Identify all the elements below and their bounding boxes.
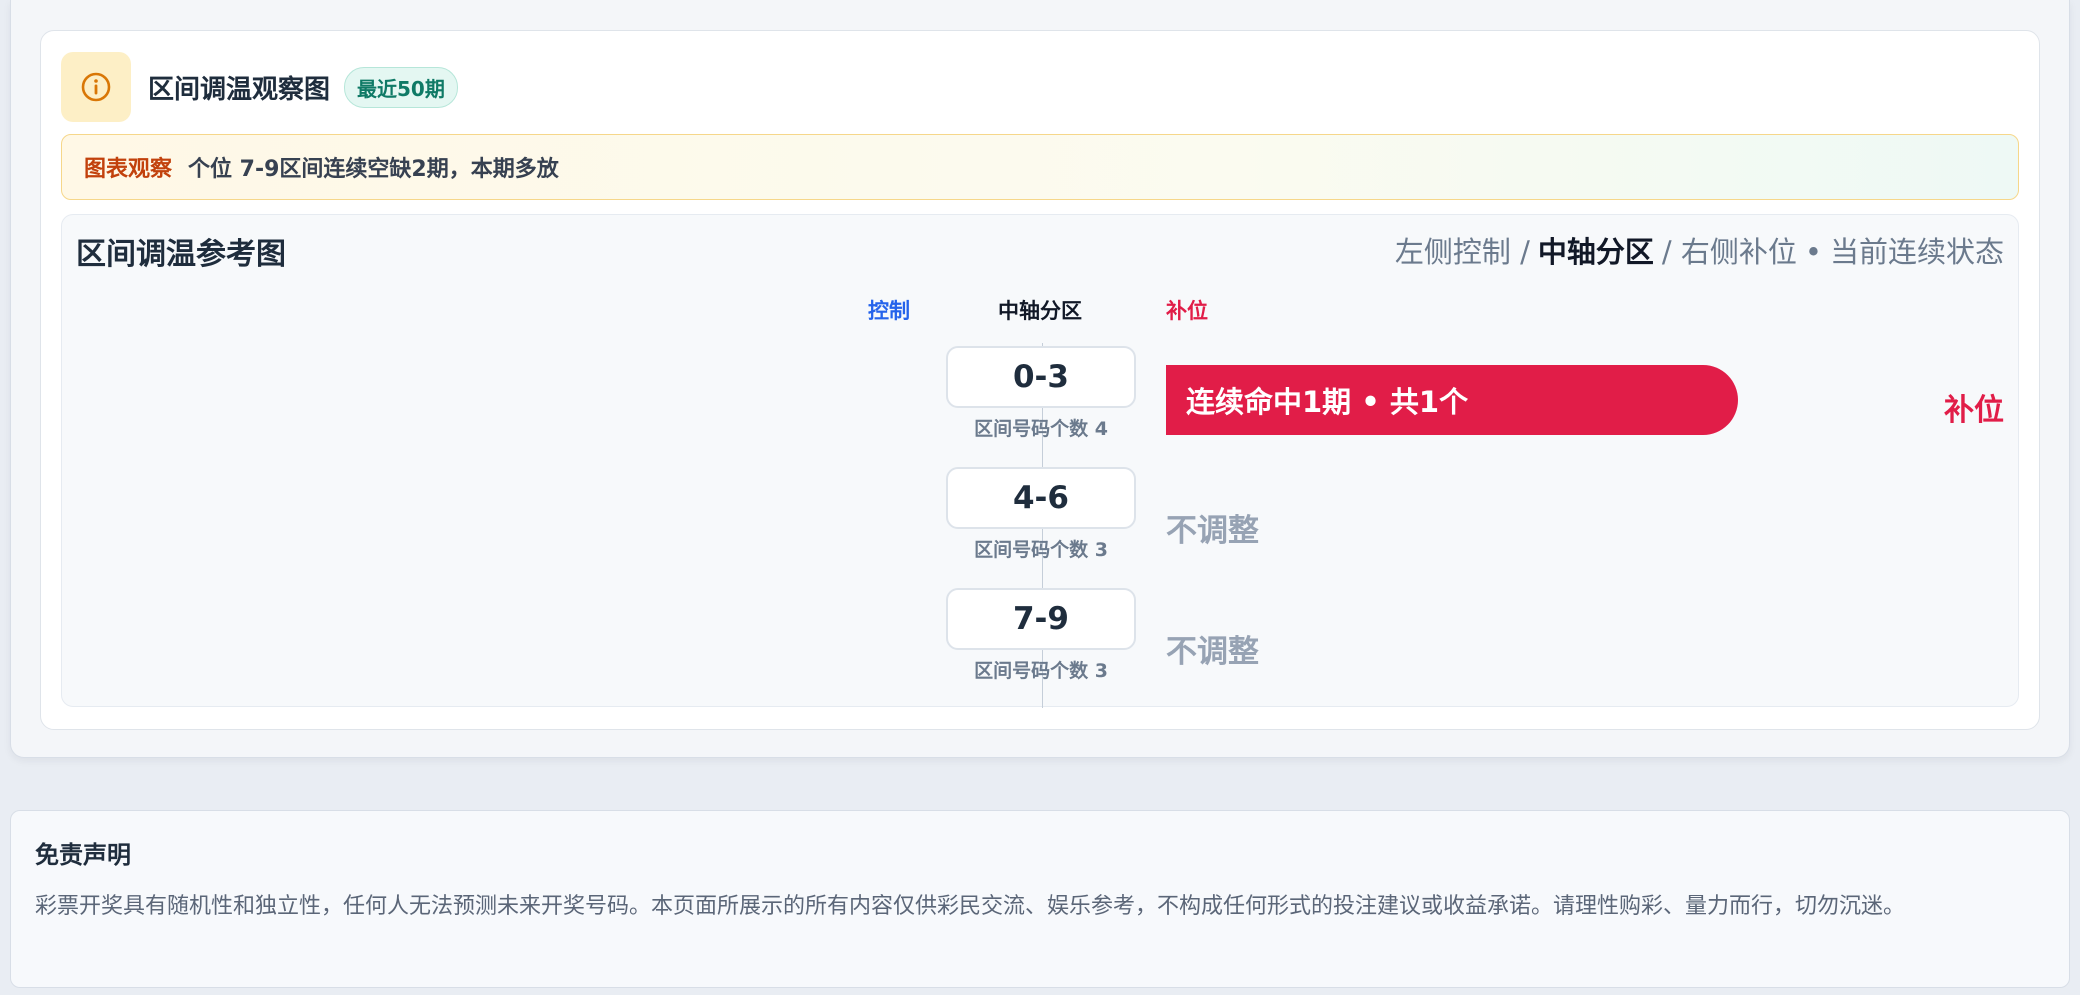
observation-text: 个位 7-9区间连续空缺2期，本期多放 — [188, 157, 559, 182]
legend-left: 左侧控制 / — [1394, 235, 1530, 269]
zone-range: 0-3 — [946, 346, 1136, 408]
period-badge: 最近50期 — [344, 66, 458, 108]
legend-middle: 中轴分区 — [1537, 235, 1654, 269]
panel-title: 区间调温参考图 — [76, 237, 286, 272]
info-icon — [61, 52, 131, 122]
legend-state: 当前连续状态 — [1829, 235, 2004, 269]
column-mid-label: 中轴分区 — [998, 299, 1082, 323]
reference-chart-panel: 区间调温参考图 左侧控制 / 中轴分区 / 右侧补位 • 当前连续状态 控制 中… — [61, 214, 2019, 708]
observation-banner: 图表观察 个位 7-9区间连续空缺2期，本期多放 — [61, 134, 2019, 200]
zone-count: 区间号码个数 3 — [974, 539, 1108, 561]
fill-bar: 连续命中1期 • 共1个 — [1166, 365, 1738, 435]
card-title: 区间调温观察图 — [148, 74, 331, 105]
legend-right: / 右侧补位 — [1661, 235, 1797, 269]
observation-tag: 图表观察 — [84, 157, 173, 182]
legend-dot: • — [1804, 235, 1822, 269]
zone-range: 4-6 — [946, 467, 1136, 529]
card-header: 区间调温观察图 最近50期 — [61, 52, 458, 122]
main-section: 区间调温观察图 最近50期 图表观察 个位 7-9区间连续空缺2期，本期多放 区… — [10, 0, 2070, 758]
zone-count: 区间号码个数 4 — [974, 418, 1108, 440]
zone-4-6: 4-6 区间号码个数 3 — [946, 467, 1136, 562]
zone-status: 不调整 — [1166, 634, 1259, 670]
fill-status-label: 补位 — [1944, 393, 2004, 428]
interval-card: 区间调温观察图 最近50期 图表观察 个位 7-9区间连续空缺2期，本期多放 区… — [40, 30, 2040, 730]
disclaimer-section: 免责声明 彩票开奖具有随机性和独立性，任何人无法预测未来开奖号码。本页面所展示的… — [10, 810, 2070, 988]
zone-0-3: 0-3 区间号码个数 4 — [946, 346, 1136, 441]
disclaimer-text: 彩票开奖具有随机性和独立性，任何人无法预测未来开奖号码。本页面所展示的所有内容仅… — [35, 894, 1906, 919]
zone-7-9: 7-9 区间号码个数 3 — [946, 588, 1136, 683]
column-control-label: 控制 — [868, 299, 910, 323]
legend: 左侧控制 / 中轴分区 / 右侧补位 • 当前连续状态 — [1395, 229, 2004, 271]
zone-count: 区间号码个数 3 — [974, 660, 1108, 682]
zone-status: 不调整 — [1166, 513, 1259, 549]
zone-range: 7-9 — [946, 588, 1136, 650]
disclaimer-title: 免责声明 — [35, 841, 131, 869]
column-fill-label: 补位 — [1166, 299, 1208, 323]
